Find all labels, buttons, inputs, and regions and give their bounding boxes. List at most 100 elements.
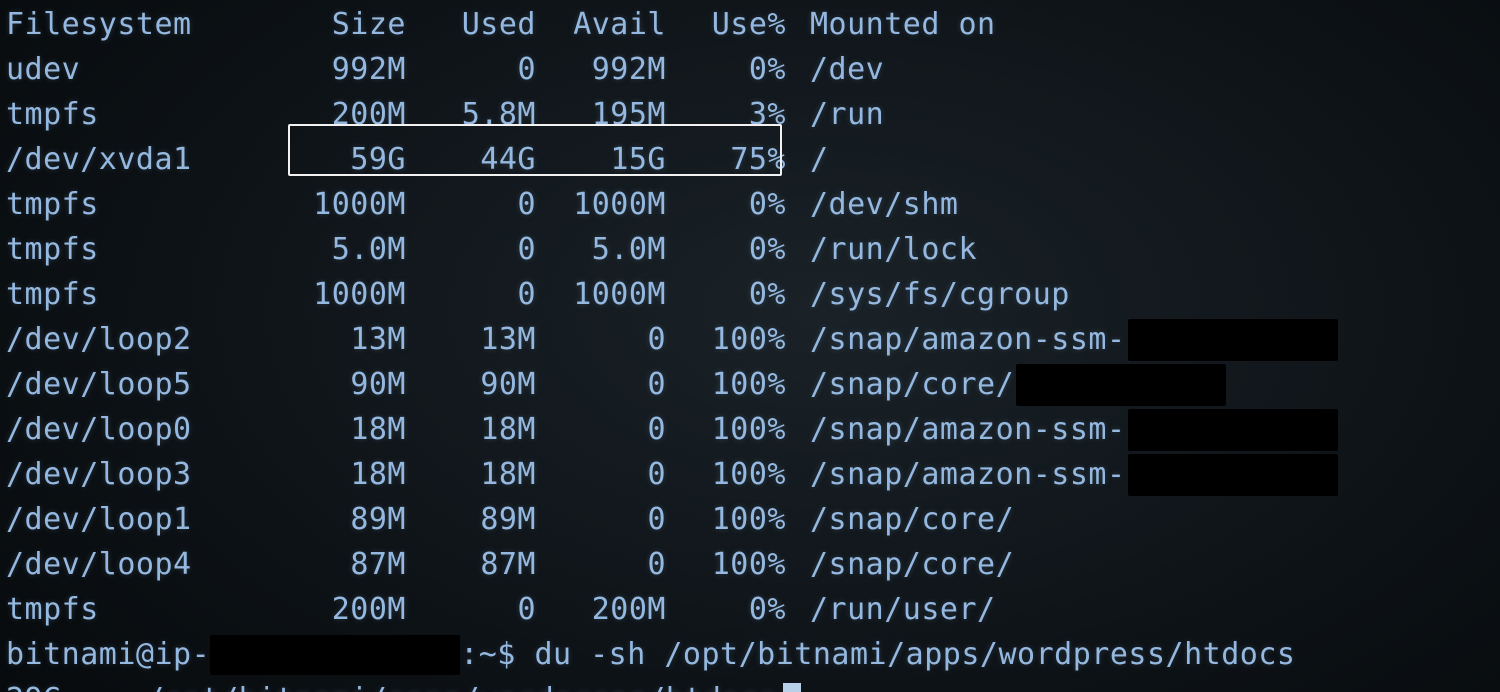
cell-mnt: /run xyxy=(810,100,884,130)
cell-pct: 3% xyxy=(666,100,786,130)
cell-size: 89M xyxy=(276,505,406,535)
hdr-filesystem: Filesystem xyxy=(6,10,276,40)
cell-avail: 1000M xyxy=(536,190,666,220)
cell-size: 200M xyxy=(276,595,406,625)
cell-size: 90M xyxy=(276,370,406,400)
cell-pct: 100% xyxy=(666,415,786,445)
cell-pct: 0% xyxy=(666,55,786,85)
cell-pct: 100% xyxy=(666,505,786,535)
df-header-row: Filesystem Size Used Avail Use% Mounted … xyxy=(0,2,1500,47)
cell-size: 18M xyxy=(276,415,406,445)
cell-used: 0 xyxy=(406,190,536,220)
cell-mnt: /snap/core/ xyxy=(810,505,1014,535)
cell-used: 0 xyxy=(406,595,536,625)
cell-pct: 100% xyxy=(666,325,786,355)
cell-avail: 0 xyxy=(536,370,666,400)
cell-used: 44G xyxy=(406,145,536,175)
cell-used: 87M xyxy=(406,550,536,580)
redacted-block xyxy=(1128,409,1338,451)
cell-pct: 0% xyxy=(666,280,786,310)
df-row: /dev/loop5 90M 90M 0 100% /snap/core/ xyxy=(0,362,1500,407)
cell-used: 0 xyxy=(406,280,536,310)
df-row: tmpfs 1000M 0 1000M 0% /dev/shm xyxy=(0,182,1500,227)
cell-mnt: /run/lock xyxy=(810,235,977,265)
cell-used: 90M xyxy=(406,370,536,400)
cell-fs: /dev/loop5 xyxy=(6,370,276,400)
cell-pct: 0% xyxy=(666,595,786,625)
cell-mnt: /sys/fs/cgroup xyxy=(810,280,1070,310)
cell-fs: udev xyxy=(6,55,276,85)
cell-used: 0 xyxy=(406,235,536,265)
cell-pct: 75% xyxy=(666,145,786,175)
cell-avail: 0 xyxy=(536,415,666,445)
cell-avail: 0 xyxy=(536,550,666,580)
cell-avail: 0 xyxy=(536,460,666,490)
df-row: tmpfs 200M 0 200M 0% /run/user/ xyxy=(0,587,1500,632)
cell-mnt: /run/user/ xyxy=(810,595,996,625)
hdr-size: Size xyxy=(276,10,406,40)
cell-fs: tmpfs xyxy=(6,595,276,625)
cell-avail: 15G xyxy=(536,145,666,175)
df-row: /dev/loop3 18M 18M 0 100% /snap/amazon-s… xyxy=(0,452,1500,497)
cell-avail: 195M xyxy=(536,100,666,130)
df-row: tmpfs 200M 5.8M 195M 3% /run xyxy=(0,92,1500,137)
hdr-used: Used xyxy=(406,10,536,40)
cell-used: 0 xyxy=(406,55,536,85)
cell-used: 18M xyxy=(406,460,536,490)
cell-used: 5.8M xyxy=(406,100,536,130)
df-row: /dev/loop1 89M 89M 0 100% /snap/core/ xyxy=(0,497,1500,542)
terminal-screen[interactable]: Filesystem Size Used Avail Use% Mounted … xyxy=(0,0,1500,692)
cell-size: 1000M xyxy=(276,190,406,220)
cell-mnt: / xyxy=(810,145,829,175)
shell-prompt-line[interactable]: bitnami@ip-:~$ du -sh /opt/bitnami/apps/… xyxy=(0,632,1500,677)
cell-avail: 5.0M xyxy=(536,235,666,265)
du-output-line: 29G /opt/bitnami/apps/wordpress/htdocs xyxy=(0,677,1500,692)
cell-avail: 200M xyxy=(536,595,666,625)
cell-fs: /dev/loop3 xyxy=(6,460,276,490)
cell-avail: 992M xyxy=(536,55,666,85)
redacted-ip xyxy=(210,635,460,675)
cell-size: 87M xyxy=(276,550,406,580)
df-row: /dev/loop2 13M 13M 0 100% /snap/amazon-s… xyxy=(0,317,1500,362)
cell-used: 13M xyxy=(406,325,536,355)
cell-size: 200M xyxy=(276,100,406,130)
prompt-user-host: bitnami@ip- xyxy=(6,640,210,670)
cell-avail: 0 xyxy=(536,325,666,355)
cell-size: 13M xyxy=(276,325,406,355)
cell-size: 59G xyxy=(276,145,406,175)
df-row: tmpfs 1000M 0 1000M 0% /sys/fs/cgroup xyxy=(0,272,1500,317)
cell-pct: 0% xyxy=(666,190,786,220)
du-size: 29G xyxy=(6,685,146,692)
cell-fs: /dev/loop4 xyxy=(6,550,276,580)
cell-avail: 1000M xyxy=(536,280,666,310)
cell-size: 5.0M xyxy=(276,235,406,265)
prompt-suffix: :~$ xyxy=(460,640,534,670)
cell-fs: /dev/xvda1 xyxy=(6,145,276,175)
cell-fs: tmpfs xyxy=(6,100,276,130)
df-row: /dev/loop4 87M 87M 0 100% /snap/core/ xyxy=(0,542,1500,587)
redacted-block xyxy=(1016,364,1226,406)
cell-mnt: /snap/core/ xyxy=(810,550,1014,580)
df-row-highlighted: /dev/xvda1 59G 44G 15G 75% / xyxy=(0,137,1500,182)
cell-mnt: /snap/amazon-ssm- xyxy=(810,415,1126,445)
cell-fs: tmpfs xyxy=(6,280,276,310)
cell-size: 18M xyxy=(276,460,406,490)
hdr-avail: Avail xyxy=(536,10,666,40)
cell-fs: /dev/loop0 xyxy=(6,415,276,445)
hdr-mounted: Mounted on xyxy=(810,10,996,40)
redacted-block xyxy=(1128,454,1338,496)
cell-mnt: /dev xyxy=(810,55,884,85)
df-row: tmpfs 5.0M 0 5.0M 0% /run/lock xyxy=(0,227,1500,272)
redacted-block xyxy=(1128,319,1338,361)
cell-pct: 100% xyxy=(666,460,786,490)
cell-fs: /dev/loop2 xyxy=(6,325,276,355)
cell-mnt: /dev/shm xyxy=(810,190,959,220)
cell-mnt: /snap/amazon-ssm- xyxy=(810,325,1126,355)
terminal-cursor xyxy=(783,683,801,692)
cell-fs: tmpfs xyxy=(6,235,276,265)
cell-used: 18M xyxy=(406,415,536,445)
cell-pct: 100% xyxy=(666,550,786,580)
cell-pct: 100% xyxy=(666,370,786,400)
df-row: /dev/loop0 18M 18M 0 100% /snap/amazon-s… xyxy=(0,407,1500,452)
cell-size: 1000M xyxy=(276,280,406,310)
